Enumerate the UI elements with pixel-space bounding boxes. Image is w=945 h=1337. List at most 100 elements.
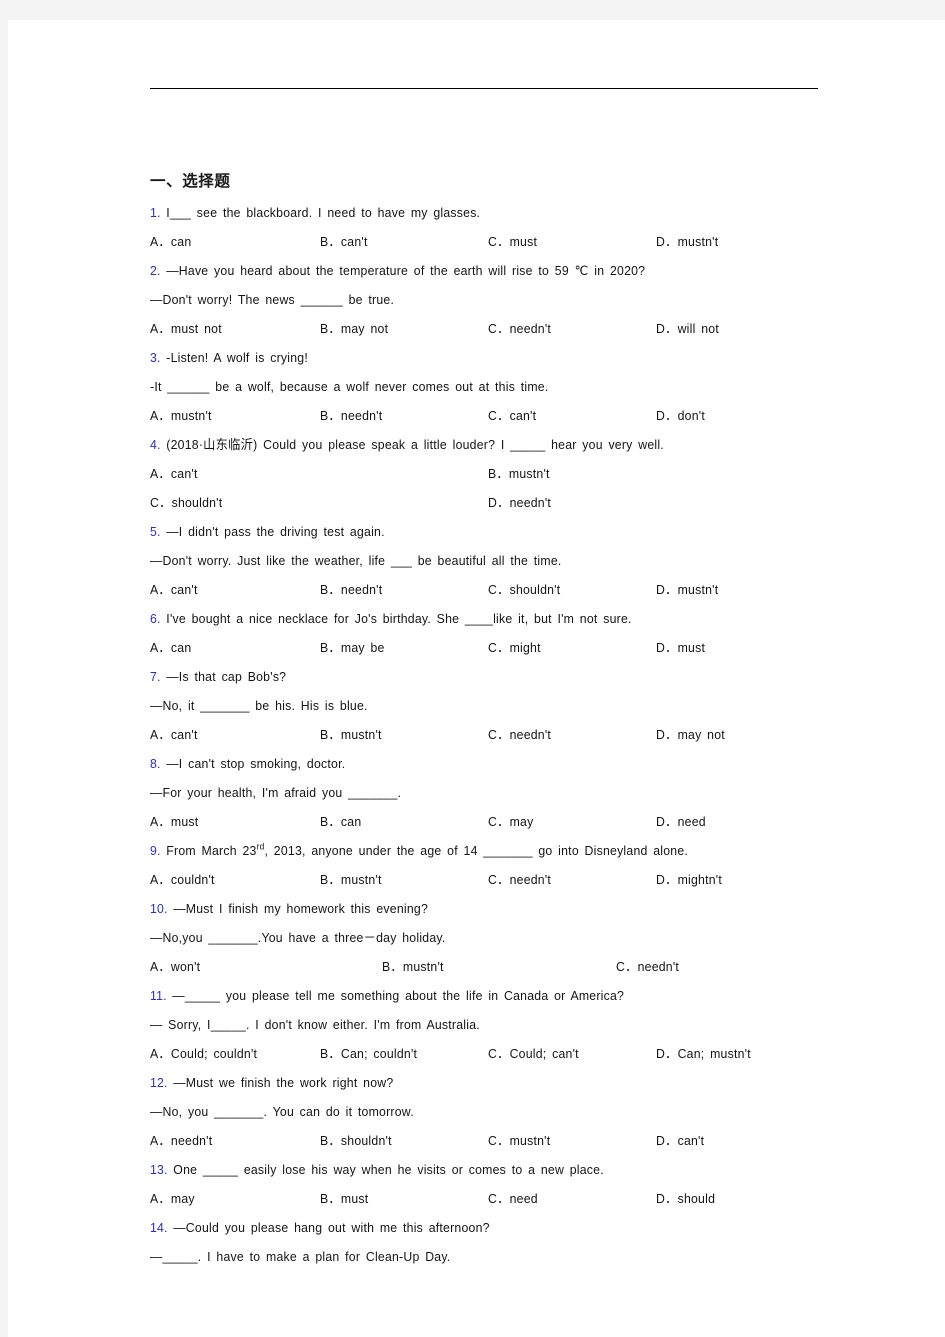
question-number: 3.: [150, 350, 161, 366]
option-choice[interactable]: C．Could; can't: [488, 1039, 579, 1068]
question-text: —_____ you please tell me something abou…: [172, 988, 625, 1004]
question-text: —For your health, I'm afraid you _______…: [150, 785, 402, 801]
option-choice[interactable]: B．mustn't: [320, 720, 382, 749]
option-choice[interactable]: A．must not: [150, 314, 222, 343]
option-choice[interactable]: D．mightn't: [656, 865, 722, 894]
option-choice[interactable]: A．mustn't: [150, 401, 212, 430]
question-stem: 9. From March 23rd, 2013, anyone under t…: [150, 836, 801, 865]
question-item: 14. —Could you please hang out with me t…: [150, 1213, 850, 1271]
question-number: 5.: [150, 524, 161, 540]
option-choice[interactable]: C．needn't: [616, 952, 679, 981]
option-choice[interactable]: D．will not: [656, 314, 719, 343]
question-text: One _____ easily lose his way when he vi…: [173, 1162, 604, 1178]
section-heading: 一、选择题: [150, 172, 231, 190]
option-choice[interactable]: D．mustn't: [656, 227, 718, 256]
option-choice[interactable]: A．can't: [150, 459, 198, 488]
option-row: A．can B．can't C．must D．mustn't: [150, 227, 850, 256]
option-row: A．mustn't B．needn't C．can't D．don't: [150, 401, 850, 430]
option-row: A．couldn't B．mustn't C．needn't D．mightn't: [150, 865, 850, 894]
option-choice[interactable]: C．need: [488, 1184, 538, 1213]
option-choice[interactable]: A．must: [150, 807, 198, 836]
option-choice[interactable]: D．can't: [656, 1126, 704, 1155]
option-choice[interactable]: D．don't: [656, 401, 705, 430]
document-page: 一、选择题 1. I___ see the blackboard. I need…: [8, 20, 945, 1337]
option-choice[interactable]: B．shouldn't: [320, 1126, 392, 1155]
option-choice[interactable]: C．may: [488, 807, 533, 836]
option-choice[interactable]: C．mustn't: [488, 1126, 550, 1155]
question-text: —Have you heard about the temperature of…: [166, 263, 646, 279]
question-stem-continued: —No, it _______ be his. His is blue.: [150, 691, 801, 720]
option-choice[interactable]: C．must: [488, 227, 537, 256]
header-rule: [150, 88, 818, 89]
option-row: A．needn't B．shouldn't C．mustn't D．can't: [150, 1126, 850, 1155]
option-choice[interactable]: D．should: [656, 1184, 715, 1213]
option-choice[interactable]: B．needn't: [320, 575, 382, 604]
question-text: —_____. I have to make a plan for Clean-…: [150, 1249, 451, 1265]
option-choice[interactable]: A．may: [150, 1184, 195, 1213]
option-choice[interactable]: C．needn't: [488, 720, 551, 749]
question-stem: 8. —I can't stop smoking, doctor.: [150, 749, 801, 778]
question-text: —Don't worry. Just like the weather, lif…: [150, 553, 562, 569]
question-number: 2.: [150, 263, 161, 279]
option-choice[interactable]: B．Can; couldn't: [320, 1039, 417, 1068]
option-choice[interactable]: B．mustn't: [320, 865, 382, 894]
option-choice[interactable]: A．needn't: [150, 1126, 212, 1155]
option-choice[interactable]: B．may be: [320, 633, 385, 662]
option-choice[interactable]: A．can: [150, 227, 191, 256]
option-row: A．can't B．mustn't C．shouldn't D．needn't: [150, 459, 850, 517]
option-choice[interactable]: D．mustn't: [656, 575, 718, 604]
question-text: -It ______ be a wolf, because a wolf nev…: [150, 379, 549, 395]
question-text: —No, you _______. You can do it tomorrow…: [150, 1104, 414, 1120]
option-choice[interactable]: B．must: [320, 1184, 368, 1213]
question-text: I've bought a nice necklace for Jo's bir…: [166, 611, 632, 627]
option-choice[interactable]: C．might: [488, 633, 541, 662]
option-choice[interactable]: B．mustn't: [488, 459, 550, 488]
option-choice[interactable]: B．may not: [320, 314, 388, 343]
option-choice[interactable]: A．couldn't: [150, 865, 215, 894]
question-stem: 5. —I didn't pass the driving test again…: [150, 517, 801, 546]
option-choice[interactable]: B．mustn't: [382, 952, 444, 981]
option-row: A．Could; couldn't B．Can; couldn't C．Could;…: [150, 1039, 850, 1068]
question-stem-continued: — Sorry, I_____. I don't know either. I'…: [150, 1010, 801, 1039]
question-stem-continued: —No, you _______. You can do it tomorrow…: [150, 1097, 801, 1126]
question-item: 10. —Must I finish my homework this even…: [150, 894, 850, 981]
question-text: —I can't stop smoking, doctor.: [166, 756, 346, 772]
question-text: -Listen! A wolf is crying!: [166, 350, 308, 366]
option-choice[interactable]: D．may not: [656, 720, 725, 749]
option-row: A．must not B．may not C．needn't D．will not: [150, 314, 850, 343]
option-choice[interactable]: D．Can; mustn't: [656, 1039, 751, 1068]
option-choice[interactable]: A．can't: [150, 575, 198, 604]
question-number: 8.: [150, 756, 161, 772]
question-item: 2. —Have you heard about the temperature…: [150, 256, 850, 343]
option-choice[interactable]: B．can: [320, 807, 361, 836]
option-choice[interactable]: A．can: [150, 633, 191, 662]
question-item: 5. —I didn't pass the driving test again…: [150, 517, 850, 604]
option-choice[interactable]: C．can't: [488, 401, 536, 430]
question-text: I___ see the blackboard. I need to have …: [166, 205, 481, 221]
question-text: From March 23rd, 2013, anyone under the …: [166, 841, 689, 859]
question-item: 12. —Must we finish the work right now? —…: [150, 1068, 850, 1155]
question-number: 12.: [150, 1075, 168, 1091]
option-choice[interactable]: C．shouldn't: [150, 488, 222, 517]
question-stem: 11. —_____ you please tell me something …: [150, 981, 801, 1010]
option-choice[interactable]: B．can't: [320, 227, 368, 256]
option-choice[interactable]: C．needn't: [488, 865, 551, 894]
option-row: A．must B．can C．may D．need: [150, 807, 850, 836]
option-row: A．can't B．mustn't C．needn't D．may not: [150, 720, 850, 749]
question-text: —No, it _______ be his. His is blue.: [150, 698, 368, 714]
option-choice[interactable]: C．needn't: [488, 314, 551, 343]
option-choice[interactable]: A．won't: [150, 952, 200, 981]
option-choice[interactable]: C．shouldn't: [488, 575, 560, 604]
question-stem-continued: —For your health, I'm afraid you _______…: [150, 778, 801, 807]
question-item: 7. —Is that cap Bob's? —No, it _______ be…: [150, 662, 850, 749]
option-choice[interactable]: D．must: [656, 633, 705, 662]
question-stem-continued: —Don't worry! The news ______ be true.: [150, 285, 801, 314]
option-choice[interactable]: A．can't: [150, 720, 198, 749]
question-stem-continued: —_____. I have to make a plan for Clean-…: [150, 1242, 801, 1271]
question-text: —Must I finish my homework this evening?: [173, 901, 428, 917]
question-text: (2018·山东临沂) Could you please speak a lit…: [166, 437, 664, 453]
option-choice[interactable]: D．needn't: [488, 488, 551, 517]
option-choice[interactable]: B．needn't: [320, 401, 382, 430]
option-choice[interactable]: A．Could; couldn't: [150, 1039, 257, 1068]
option-choice[interactable]: D．need: [656, 807, 706, 836]
